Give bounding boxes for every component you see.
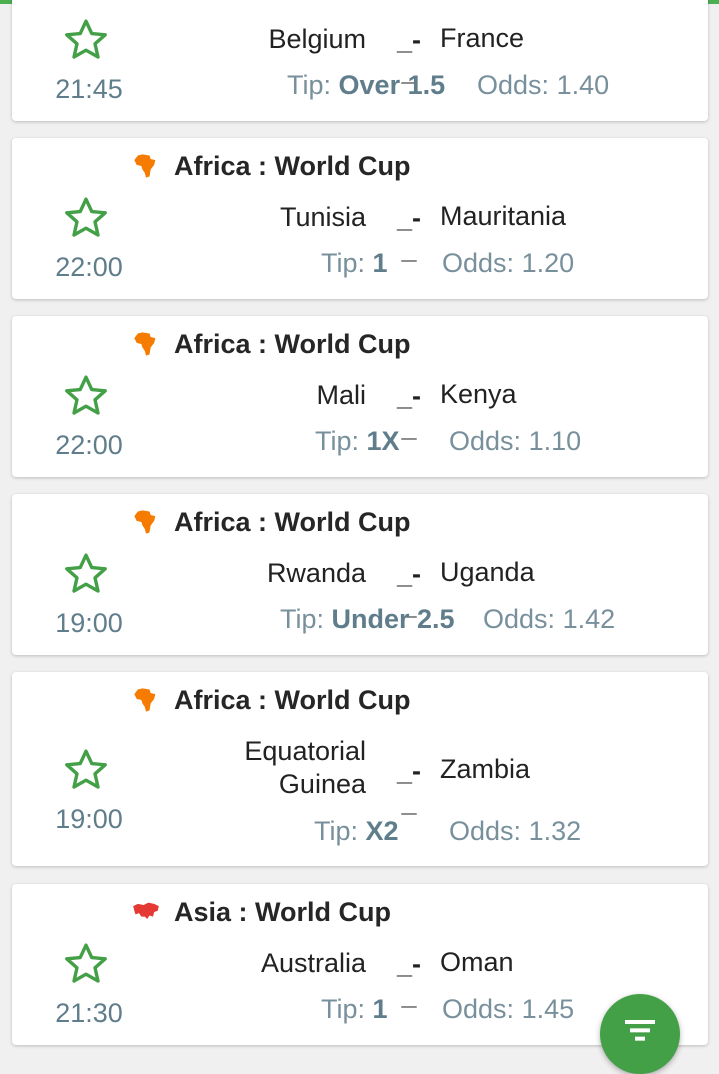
odds-label: Odds: 1.32 [449, 816, 581, 847]
tip-caption: Tip: [314, 816, 359, 846]
match-time: 19:00 [55, 804, 123, 834]
match-time: 21:30 [55, 998, 123, 1028]
league-name: Asia : World Cup [174, 896, 392, 927]
favorite-star-icon[interactable] [62, 550, 110, 598]
odds-value: 1.20 [521, 248, 575, 278]
match-card[interactable]: Africa : World Cup 22:00 Tunisia _-_ Mau… [12, 138, 708, 299]
tip-caption: Tip: [280, 604, 325, 634]
tip-label: Tip: 1X [315, 426, 400, 457]
favorite-star-icon[interactable] [62, 16, 110, 64]
match-card[interactable]: Africa : World Cup 22:00 Mali _-_ Kenya … [12, 316, 708, 477]
match-card[interactable]: 21:45 Belgium _-_ France Tip: Over 1.5 O… [12, 0, 708, 121]
score-separator: _-_ [396, 756, 421, 817]
match-time: 21:45 [55, 74, 123, 104]
odds-value: 1.40 [556, 70, 610, 100]
odds-value: 1.32 [528, 816, 582, 846]
home-team: Mali [316, 380, 366, 410]
home-team: Belgium [268, 24, 366, 54]
league-name: Africa : World Cup [174, 150, 411, 181]
odds-caption: Odds: [449, 816, 522, 846]
tip-label: Tip: 1 [321, 994, 388, 1025]
away-team: Oman [440, 947, 514, 977]
odds-label: Odds: 1.45 [442, 994, 574, 1025]
league-header: Asia : World Cup [132, 896, 391, 928]
africa-map-icon [134, 510, 156, 534]
match-card[interactable]: Africa : World Cup 19:00 Rwanda _-_ Ugan… [12, 494, 708, 655]
home-team: Rwanda [266, 558, 366, 588]
odds-caption: Odds: [449, 426, 522, 456]
league-name: Africa : World Cup [174, 506, 411, 537]
tip-label: Tip: Over 1.5 [287, 70, 445, 101]
score-separator: _-_ [396, 203, 421, 264]
odds-label: Odds: 1.42 [483, 604, 615, 635]
match-card[interactable]: Africa : World Cup 19:00 Equatorial Guin… [12, 672, 708, 866]
match-time: 19:00 [55, 608, 123, 638]
favorite-star-icon[interactable] [62, 372, 110, 420]
away-team: Zambia [440, 754, 531, 784]
away-team: Uganda [440, 557, 535, 587]
home-team-line: Guinea [278, 769, 366, 799]
match-time: 22:00 [55, 252, 123, 282]
match-time: 22:00 [55, 430, 123, 460]
away-team: Kenya [440, 379, 517, 409]
tip-caption: Tip: [321, 994, 366, 1024]
odds-value: 1.45 [521, 994, 575, 1024]
tip-caption: Tip: [315, 426, 360, 456]
away-team: Mauritania [440, 201, 567, 231]
favorite-star-icon[interactable] [62, 940, 110, 988]
tip-label: Tip: 1 [321, 248, 388, 279]
league-name: Africa : World Cup [174, 684, 411, 715]
asia-map-icon [133, 902, 159, 919]
odds-label: Odds: 1.40 [477, 70, 609, 101]
home-team-line: Equatorial [244, 736, 366, 766]
africa-map-icon [134, 332, 156, 356]
league-header: Africa : World Cup [132, 506, 411, 538]
tip-caption: Tip: [287, 70, 332, 100]
league-name: Africa : World Cup [174, 328, 411, 359]
tip-value: 1 [372, 248, 388, 278]
home-team: Australia [260, 948, 366, 978]
home-team: Equatorial Guinea [244, 735, 366, 801]
score-separator: _-_ [396, 949, 421, 1010]
tip-caption: Tip: [321, 248, 366, 278]
tip-value: 1X [366, 426, 400, 456]
odds-caption: Odds: [442, 248, 515, 278]
league-header: Africa : World Cup [132, 328, 411, 360]
filter-button[interactable] [600, 994, 680, 1074]
tip-value: X2 [365, 816, 399, 846]
odds-label: Odds: 1.20 [442, 248, 574, 279]
filter-icon [625, 1020, 655, 1041]
league-header: Africa : World Cup [132, 150, 411, 182]
tip-value: Under 2.5 [331, 604, 455, 634]
league-header: Africa : World Cup [132, 684, 411, 716]
home-team: Tunisia [279, 202, 366, 232]
favorite-star-icon[interactable] [62, 194, 110, 242]
africa-map-icon [134, 688, 156, 712]
odds-label: Odds: 1.10 [449, 426, 581, 457]
tip-value: Over 1.5 [338, 70, 446, 100]
favorite-star-icon[interactable] [62, 746, 110, 794]
away-team: France [440, 23, 525, 53]
odds-caption: Odds: [477, 70, 550, 100]
odds-caption: Odds: [442, 994, 515, 1024]
odds-caption: Odds: [483, 604, 556, 634]
odds-value: 1.42 [562, 604, 616, 634]
odds-value: 1.10 [528, 426, 582, 456]
africa-map-icon [134, 154, 156, 178]
tip-label: Tip: Under 2.5 [280, 604, 455, 635]
tip-value: 1 [372, 994, 388, 1024]
tip-label: Tip: X2 [314, 816, 399, 847]
